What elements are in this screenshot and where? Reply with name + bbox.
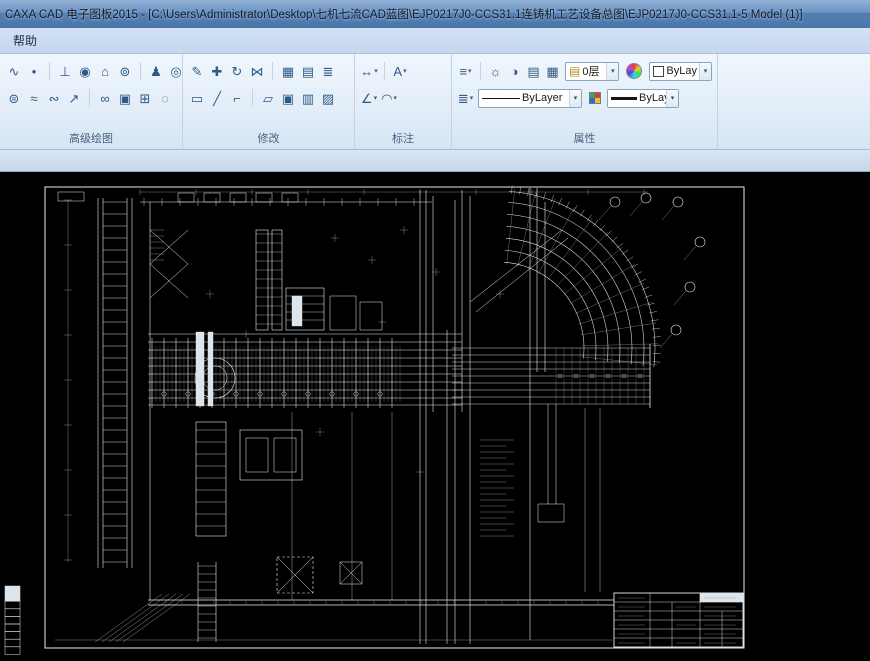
copy-icon[interactable]: ▣	[279, 88, 297, 108]
stretch-icon[interactable]: ▱	[259, 88, 277, 108]
rectangle-icon[interactable]: ▭	[188, 88, 206, 108]
layer-combo-dropdown-icon[interactable]: ▾	[606, 63, 618, 80]
menu-bar: 帮助	[0, 28, 870, 54]
trim-icon[interactable]: ╱	[208, 88, 226, 108]
properties-row-1: ≡▾☼◑▤▦ ▤ 0层 ▾ ByLay ▾	[455, 59, 714, 83]
perpendicular-icon[interactable]: ⊥	[56, 61, 74, 81]
mirror-icon[interactable]: ⋈	[248, 61, 266, 81]
layer-icon: ▤	[569, 64, 580, 78]
modify-row-1: ✎✚↻⋈ ▦▤≣	[186, 59, 351, 83]
extend-icon[interactable]: ⌐	[228, 88, 246, 108]
group-label-modify: 修改	[186, 131, 351, 149]
advanced-drawing-row-1: ∿•⊥◉⌂⊚♟◎	[3, 59, 179, 83]
polygon-icon[interactable]: ⌂	[96, 61, 114, 81]
color-grid-glyph	[589, 92, 601, 104]
linetype-combo-dropdown-icon[interactable]: ▾	[569, 90, 581, 107]
lineweight-sample	[611, 97, 637, 100]
paste-icon[interactable]: ▥	[299, 88, 317, 108]
point-icon[interactable]: •	[25, 61, 43, 81]
caxa-cad-window: CAXA CAD 电子图板2015 - [C:\Users\Administra…	[0, 0, 870, 661]
modify-row-2: ▭╱⌐ ▱▣▥▨	[186, 86, 351, 110]
separator	[140, 62, 141, 80]
wave-line-icon[interactable]: ≈	[25, 88, 43, 108]
layer-print-icon[interactable]: ▤	[525, 61, 542, 81]
chain-icon[interactable]: ∞	[96, 88, 114, 108]
layer-on-icon[interactable]: ☼	[487, 61, 504, 81]
group-label-advanced-drawing: 高级绘图	[3, 131, 179, 149]
linetype-combo-value: ByLayer	[520, 92, 569, 104]
title-bar: CAXA CAD 电子图板2015 - [C:\Users\Administra…	[0, 0, 870, 28]
separator	[252, 89, 253, 107]
color-combo[interactable]: ByLay ▾	[649, 62, 712, 81]
advanced-drawing-row-2: ⊜≈∾↗ ∞▣⊞◌	[3, 86, 179, 110]
layer-pick-icon[interactable]: ≡▾	[457, 61, 474, 81]
properties-row-2: ≣▾ ByLayer ▾ ByLay ▾	[455, 86, 714, 110]
group-label-dimension: 标注	[358, 131, 448, 149]
ribbon-group-properties: ≡▾☼◑▤▦ ▤ 0层 ▾ ByLay ▾ ≣▾ ByLayer	[452, 54, 718, 149]
separator	[480, 62, 481, 80]
layer-settings-icon[interactable]: ≣▾	[457, 88, 474, 108]
donut-icon[interactable]: ⊚	[116, 61, 134, 81]
move-icon[interactable]: ✚	[208, 61, 226, 81]
menu-help[interactable]: 帮助	[4, 30, 46, 51]
offset-icon[interactable]: ≣	[319, 61, 337, 81]
layer-combo-value: 0层	[580, 63, 606, 79]
text-annotation-icon[interactable]: A▾	[391, 61, 409, 81]
box-fill-icon[interactable]: ▣	[116, 88, 134, 108]
rotate-icon[interactable]: ↻	[228, 61, 246, 81]
polar-array-icon[interactable]: ▤	[299, 61, 317, 81]
angle-dimension-icon[interactable]: ∠▾	[360, 88, 378, 108]
explode-icon[interactable]: ▨	[319, 88, 337, 108]
drawing-canvas[interactable]	[0, 172, 870, 661]
lineweight-combo-dropdown-icon[interactable]: ▾	[666, 90, 678, 107]
separator	[89, 89, 90, 107]
window-title: CAXA CAD 电子图板2015 - [C:\Users\Administra…	[5, 6, 803, 22]
layers-icon[interactable]: ▦	[544, 61, 561, 81]
ribbon-group-dimension: ↔▾ A▾ ∠▾◠▾ 标注	[355, 54, 452, 149]
circle-ref-icon[interactable]: ◌	[156, 88, 174, 108]
figure-icon[interactable]: ♟	[147, 61, 165, 81]
lineweight-combo[interactable]: ByLay ▾	[607, 89, 679, 108]
separator	[384, 62, 385, 80]
rect-array-icon[interactable]: ▦	[279, 61, 297, 81]
grid-icon[interactable]: ⊞	[136, 88, 154, 108]
color-combo-dropdown-icon[interactable]: ▾	[699, 63, 711, 80]
dimension-icon[interactable]: ↔▾	[360, 61, 378, 81]
spline-icon[interactable]: ∿	[5, 61, 23, 81]
linetype-sample	[482, 98, 520, 99]
color-combo-value: ByLay	[664, 65, 699, 77]
separator	[49, 62, 50, 80]
linetype-combo[interactable]: ByLayer ▾	[478, 89, 582, 108]
arc-dimension-icon[interactable]: ◠▾	[380, 88, 398, 108]
color-swatch	[653, 66, 664, 77]
layer-color-grid-icon[interactable]	[586, 88, 603, 108]
leader-arrow-icon[interactable]: ↗	[65, 88, 83, 108]
ribbon-empty-area	[718, 54, 870, 149]
eye-icon[interactable]: ◉	[76, 61, 94, 81]
double-line-icon[interactable]: ∾	[45, 88, 63, 108]
layer-combo[interactable]: ▤ 0层 ▾	[565, 62, 619, 81]
properties-row-1-icons: ≡▾ ☼◑▤▦	[457, 61, 561, 81]
ribbon: ∿•⊥◉⌂⊚♟◎ ⊜≈∾↗∞▣⊞◌ 高级绘图 ✎✚↻⋈▦▤≣ ▭╱⌐▱▣▥▨ 修…	[0, 54, 870, 150]
ribbon-group-modify: ✎✚↻⋈ ▦▤≣ ▭╱⌐ ▱▣▥▨ 修改	[183, 54, 355, 149]
section-line-icon[interactable]: ⊜	[5, 88, 23, 108]
color-wheel-icon[interactable]	[626, 63, 642, 79]
layer-freeze-icon[interactable]: ◑	[506, 61, 523, 81]
properties-row-2-icons: ≣▾	[457, 88, 474, 108]
dimension-row-2: ∠▾◠▾	[358, 86, 448, 110]
ribbon-group-advanced-drawing: ∿•⊥◉⌂⊚♟◎ ⊜≈∾↗∞▣⊞◌ 高级绘图	[0, 54, 183, 149]
format-brush-icon[interactable]: ✎	[188, 61, 206, 81]
separator	[272, 62, 273, 80]
lineweight-combo-value: ByLay	[637, 92, 666, 104]
dimension-row-1: ↔▾ A▾	[358, 59, 448, 83]
ribbon-bottom-strip	[0, 150, 870, 172]
cad-drawing	[0, 172, 870, 661]
group-label-properties: 属性	[455, 131, 714, 149]
